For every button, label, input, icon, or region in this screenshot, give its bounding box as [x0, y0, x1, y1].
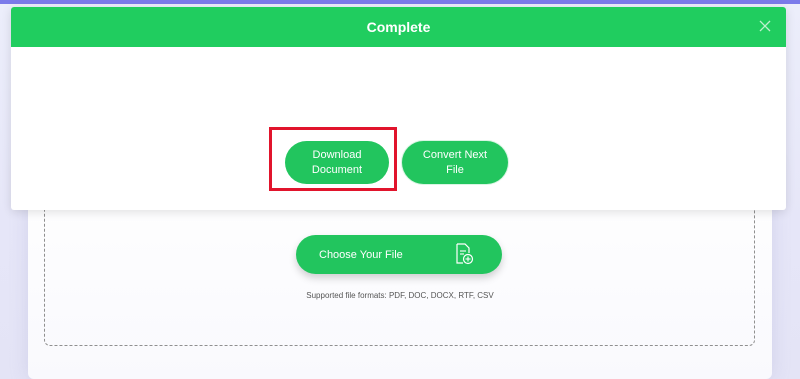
modal-header: Complete: [11, 7, 786, 47]
convert-label-line1: Convert Next: [422, 148, 488, 161]
modal-title: Complete: [366, 19, 431, 35]
download-highlight-box: [269, 127, 397, 191]
convert-label-line2: File: [446, 163, 464, 176]
choose-file-button[interactable]: Choose Your File: [296, 235, 502, 274]
choose-file-label: Choose Your File: [319, 248, 403, 261]
complete-modal: Complete Download Document Convert Next …: [11, 7, 786, 210]
close-icon[interactable]: [758, 19, 772, 33]
supported-formats: Supported file formats: PDF, DOC, DOCX, …: [306, 291, 494, 300]
convert-next-file-button[interactable]: Convert Next File: [402, 141, 508, 184]
top-strip: [0, 0, 800, 4]
add-file-icon: [454, 243, 474, 265]
